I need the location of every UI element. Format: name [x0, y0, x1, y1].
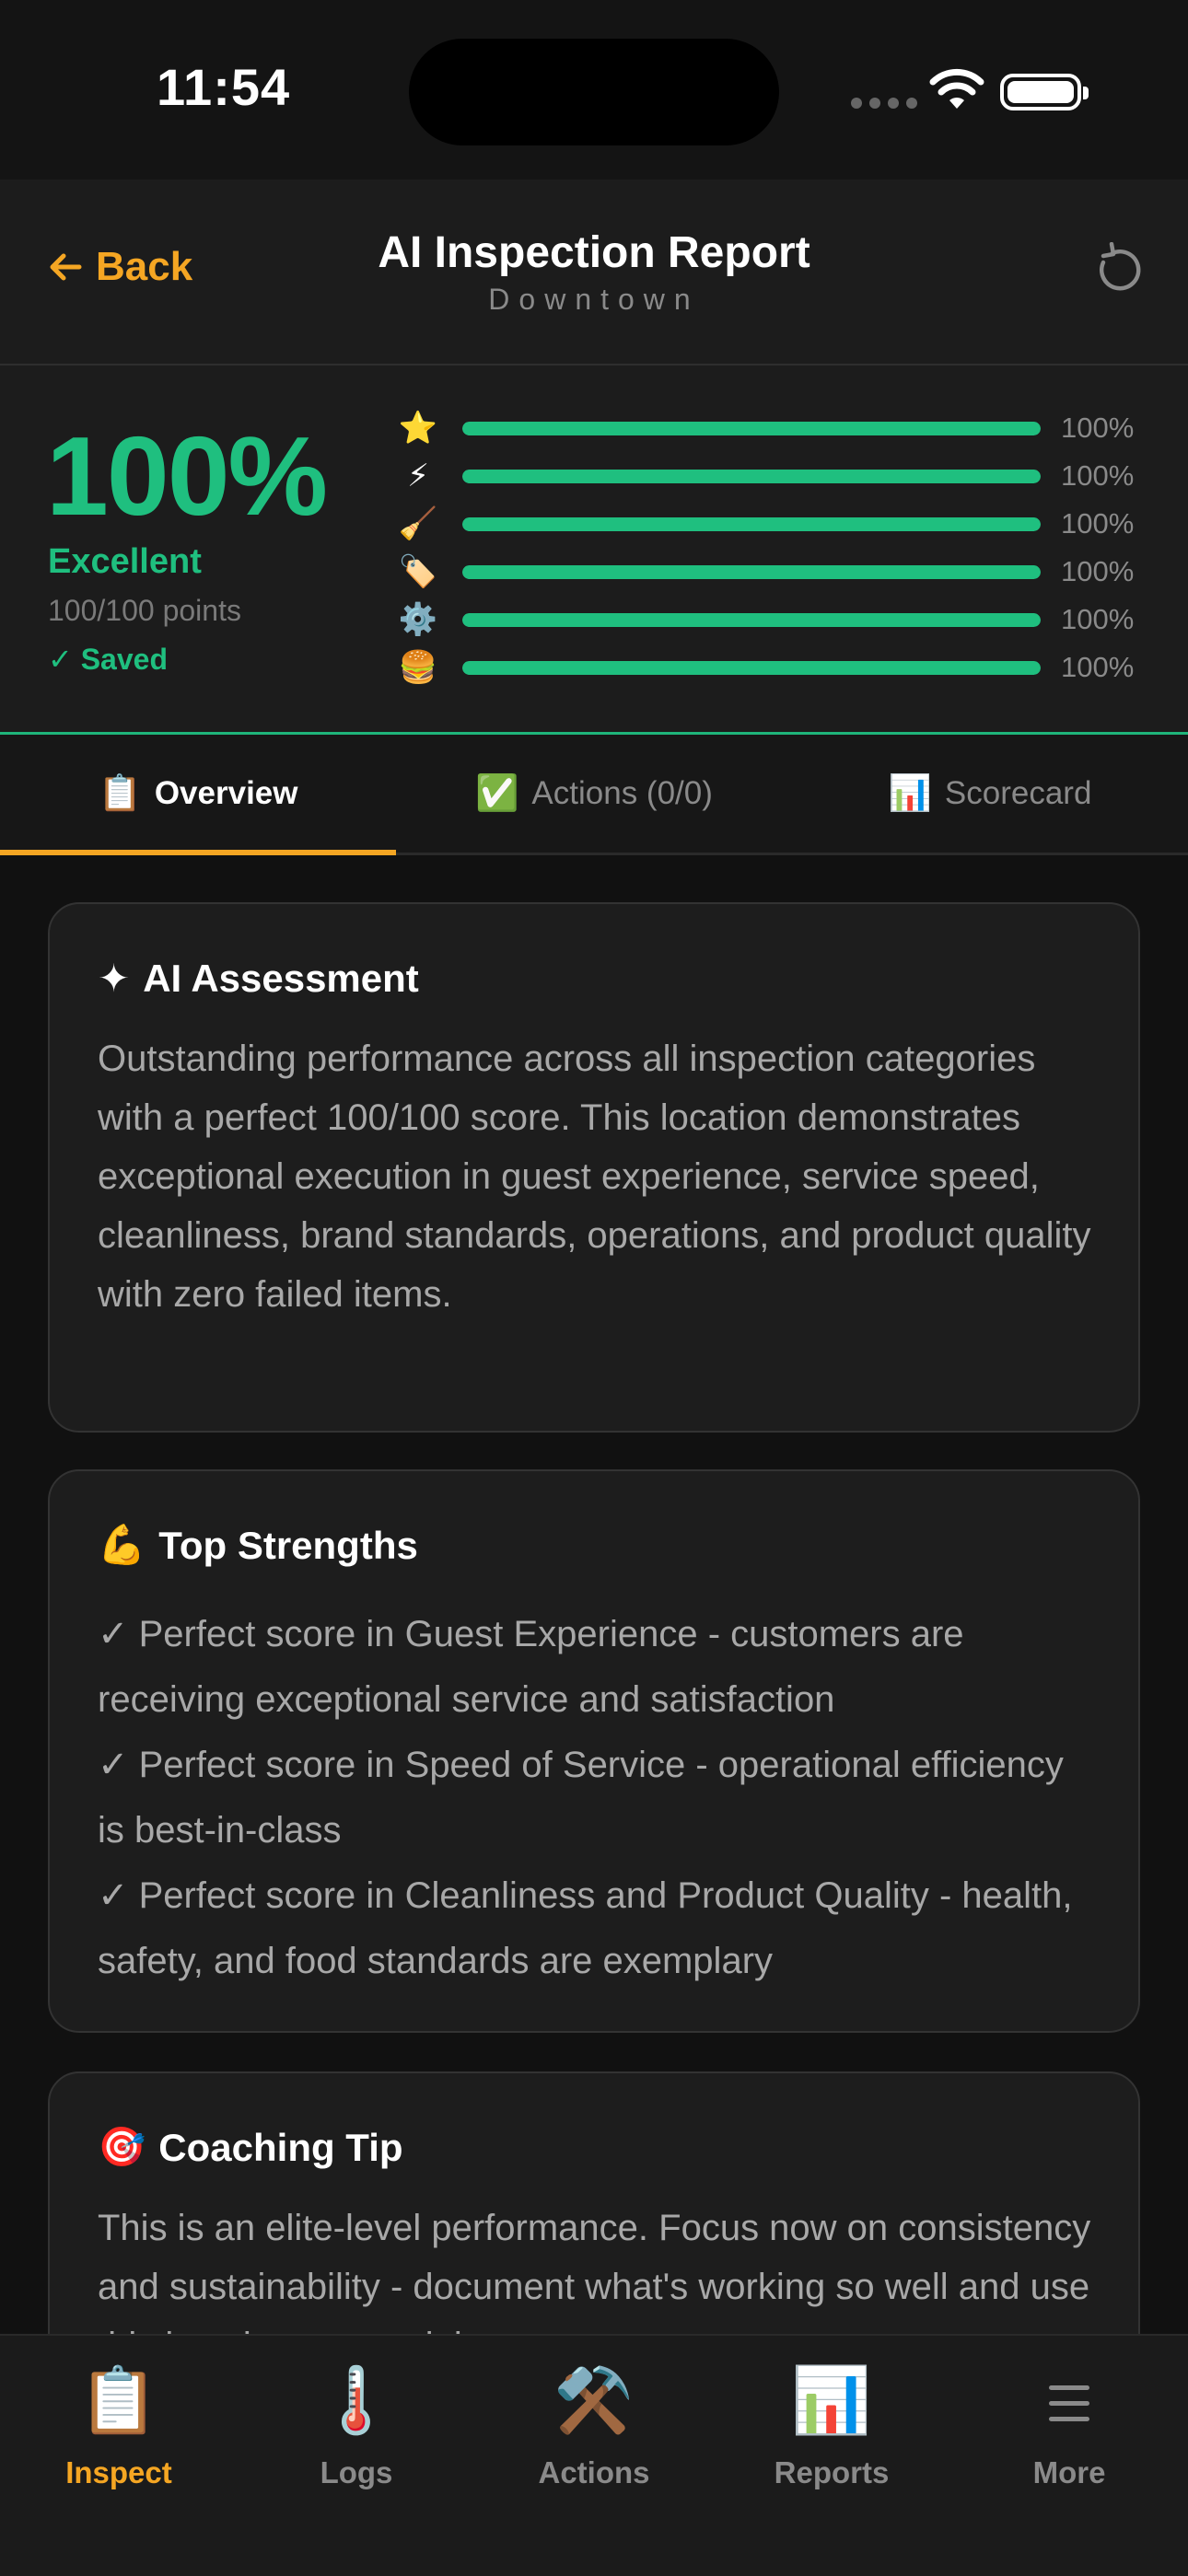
category-bar-product-quality: 🍔 100%	[396, 649, 1142, 686]
strengths-list: ✓ Perfect score in Guest Experience - cu…	[98, 1602, 1092, 1994]
tabbar-label: Reports	[774, 2455, 890, 2489]
tabbar-reports[interactable]: 📊 Reports	[713, 2361, 950, 2490]
progress-fill	[462, 517, 1041, 531]
overall-score: 100%	[46, 413, 328, 539]
tabbar-actions[interactable]: ⚒️ Actions	[475, 2361, 713, 2490]
cellular-signal-icon	[851, 98, 917, 109]
brand-standards-icon: 🏷️	[398, 554, 438, 589]
category-percent: 100%	[1061, 412, 1135, 444]
progress-fill	[462, 661, 1041, 675]
page-title: AI Inspection Report	[378, 228, 810, 277]
card-title-text: AI Assessment	[143, 956, 419, 1000]
score-points: 100/100 points	[48, 594, 241, 627]
thermometer-icon: 🌡️	[316, 2364, 397, 2436]
ai-assessment-card: ✦ AI Assessment Outstanding performance …	[48, 902, 1140, 1433]
bar-chart-icon: 📊	[888, 774, 932, 813]
tab-scorecard[interactable]: 📊 Scorecard	[792, 735, 1188, 853]
operations-icon: ⚙️	[398, 602, 438, 637]
coaching-tip-card: 🎯 Coaching Tip This is an elite-level pe…	[48, 2071, 1140, 2334]
assessment-text: Outstanding performance across all inspe…	[98, 1039, 1091, 1315]
guest-experience-icon: ⭐	[398, 411, 438, 446]
tab-actions[interactable]: ✅ Actions (0/0)	[396, 735, 792, 853]
status-bar: 11:54	[0, 0, 1188, 180]
status-time: 11:54	[157, 58, 291, 116]
progress-track	[462, 613, 1041, 627]
score-summary: 100% Excellent 100/100 points ✓ Saved ⭐ 1…	[0, 366, 1188, 735]
top-strengths-card: 💪 Top Strengths ✓ Perfect score in Guest…	[48, 1469, 1140, 2033]
location-subtitle: Downtown	[488, 283, 700, 316]
progress-fill	[462, 613, 1041, 627]
progress-track	[462, 422, 1041, 435]
tab-strip: 📋 Overview ✅ Actions (0/0) 📊 Scorecard	[0, 735, 1188, 855]
card-title-text: Coaching Tip	[158, 2125, 403, 2169]
tabbar-label: Inspect	[65, 2455, 172, 2489]
category-percent: 100%	[1061, 555, 1135, 587]
card-title-text: Top Strengths	[158, 1523, 418, 1567]
category-percent: 100%	[1061, 651, 1135, 683]
hammer-and-pick-icon: ⚒️	[553, 2364, 635, 2436]
list-item: ✓ Perfect score in Guest Experience - cu…	[98, 1614, 964, 1720]
category-bar-guest-experience: ⭐ 100%	[396, 410, 1142, 447]
bar-chart-icon: 📊	[791, 2364, 872, 2436]
saved-status: ✓ Saved	[48, 643, 168, 676]
category-percent: 100%	[1061, 459, 1135, 492]
tab-overview[interactable]: 📋 Overview	[0, 735, 396, 853]
tab-label: Overview	[154, 775, 298, 811]
category-percent: 100%	[1061, 603, 1135, 635]
tabbar-label: Actions	[538, 2455, 650, 2489]
tabbar-inspect[interactable]: 📋 Inspect	[0, 2361, 238, 2490]
speed-of-service-icon: ⚡	[407, 458, 429, 493]
coaching-text: This is an elite-level performance. Focu…	[98, 2208, 1091, 2334]
category-bar-cleanliness: 🧹 100%	[396, 505, 1142, 542]
battery-icon	[1000, 74, 1089, 110]
progress-track	[462, 565, 1041, 579]
card-title: 🎯 Coaching Tip	[98, 2125, 403, 2170]
target-icon: 🎯	[98, 2125, 146, 2168]
card-title: ✦ AI Assessment	[98, 956, 419, 1001]
progress-fill	[462, 422, 1041, 435]
category-bar-brand-standards: 🏷️ 100%	[396, 553, 1142, 590]
tabbar-more[interactable]: More	[950, 2361, 1188, 2490]
checkmark-icon: ✅	[475, 774, 519, 813]
progress-track	[462, 661, 1041, 675]
score-grade: Excellent	[48, 542, 202, 581]
tab-label: Scorecard	[944, 775, 1092, 811]
overview-content[interactable]: ✦ AI Assessment Outstanding performance …	[0, 855, 1188, 2334]
nav-bar: Back AI Inspection Report Downtown	[0, 180, 1188, 366]
menu-icon	[950, 2361, 1188, 2439]
bottom-tab-bar: 📋 Inspect 🌡️ Logs ⚒️ Actions 📊 Reports M…	[0, 2334, 1188, 2576]
category-bar-operations: ⚙️ 100%	[396, 601, 1142, 638]
sparkle-icon: ✦	[98, 957, 131, 1000]
refresh-icon[interactable]	[1090, 242, 1146, 297]
progress-fill	[462, 470, 1041, 483]
list-item: ✓ Perfect score in Speed of Service - op…	[98, 1745, 1064, 1851]
product-quality-icon: 🍔	[398, 650, 438, 685]
wifi-icon	[929, 68, 984, 109]
clipboard-icon: 📋	[98, 774, 142, 813]
progress-track	[462, 517, 1041, 531]
progress-fill	[462, 565, 1041, 579]
tabbar-label: More	[1032, 2455, 1106, 2489]
list-item: ✓ Perfect score in Cleanliness and Produ…	[98, 1875, 1073, 1981]
clipboard-icon: 📋	[78, 2364, 159, 2436]
cleanliness-icon: 🧹	[398, 506, 438, 541]
tab-label: Actions (0/0)	[531, 775, 713, 811]
flexed-biceps-icon: 💪	[98, 1523, 146, 1566]
dynamic-island	[409, 39, 779, 145]
category-percent: 100%	[1061, 507, 1135, 540]
progress-track	[462, 470, 1041, 483]
card-title: 💪 Top Strengths	[98, 1523, 418, 1568]
tabbar-label: Logs	[320, 2455, 393, 2489]
tabbar-logs[interactable]: 🌡️ Logs	[238, 2361, 475, 2490]
category-bar-speed-of-service: ⚡ 100%	[396, 458, 1142, 494]
